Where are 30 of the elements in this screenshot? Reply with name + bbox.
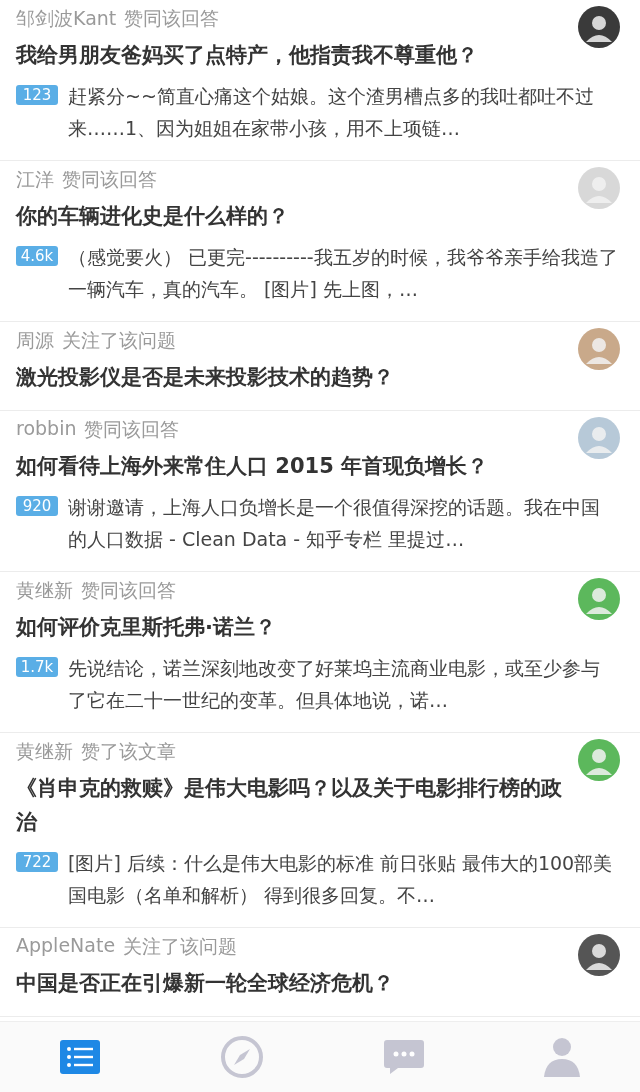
question-title[interactable]: 《肖申克的救赎》是伟大电影吗？以及关于电影排行榜的政治 (16, 771, 624, 839)
question-title[interactable]: 我给男朋友爸妈买了点特产，他指责我不尊重他？ (16, 38, 624, 72)
question-title[interactable]: 你的车辆进化史是什么样的？ (16, 199, 624, 233)
vote-count: 123 (16, 85, 58, 105)
chat-bubble-icon[interactable] (384, 1040, 424, 1074)
answer-excerpt[interactable]: （感觉要火） 已更完----------我五岁的时候，我爷爷亲手给我造了一辆汽车，真的汽车。 [图片] 先上图，… (68, 241, 618, 305)
answer-excerpt[interactable]: 赶紧分~~简直心痛这个姑娘。这个渣男槽点多的我吐都吐不过来……1、因为姐姐在家带小孩，用不上项链… (68, 80, 618, 144)
answer-excerpt[interactable]: [图片] 后续：什么是伟大电影的标准 前日张贴 最伟大的100部美国电影（名单和解析） 得到很多回复。不… (68, 847, 618, 911)
question-title[interactable]: 如何评价克里斯托弗·诺兰？ (16, 610, 624, 644)
activity-label: 赞同该回答 (62, 167, 157, 192)
activity-label: 关注了该问题 (123, 934, 238, 959)
person-icon[interactable] (544, 1037, 580, 1077)
list-icon[interactable] (60, 1040, 100, 1074)
vote-count: 722 (16, 852, 58, 872)
question-title[interactable]: 如何看待上海外来常住人口 2015 年首现负增长？ (16, 449, 624, 483)
question-title[interactable]: 激光投影仪是否是未来投影技术的趋势？ (16, 360, 624, 394)
activity-label: 关注了该问题 (62, 328, 176, 353)
vote-count: 4.6k (16, 246, 58, 266)
activity-label: 赞同该回答 (84, 417, 180, 442)
avatar-icon[interactable] (578, 6, 620, 48)
answer-excerpt[interactable]: 先说结论，诺兰深刻地改变了好莱坞主流商业电影，或至少参与了它在二十一世纪的变革。但具体地说，诺… (68, 652, 618, 716)
avatar-icon[interactable] (578, 934, 620, 976)
question-title[interactable]: 中国是否正在引爆新一轮全球经济危机？ (16, 966, 624, 1000)
vote-count: 920 (16, 496, 58, 516)
activity-label: 赞同该回答 (124, 6, 220, 31)
activity-label: 赞了该文章 (81, 739, 176, 764)
activity-label: 赞同该回答 (81, 578, 176, 603)
compass-icon[interactable] (220, 1035, 264, 1079)
answer-excerpt[interactable]: 谢谢邀请，上海人口负增长是一个很值得深挖的话题。我在中国的人口数据 - Clean Data - 知乎专栏 里提过… (68, 491, 618, 555)
vote-count: 1.7k (16, 657, 58, 677)
